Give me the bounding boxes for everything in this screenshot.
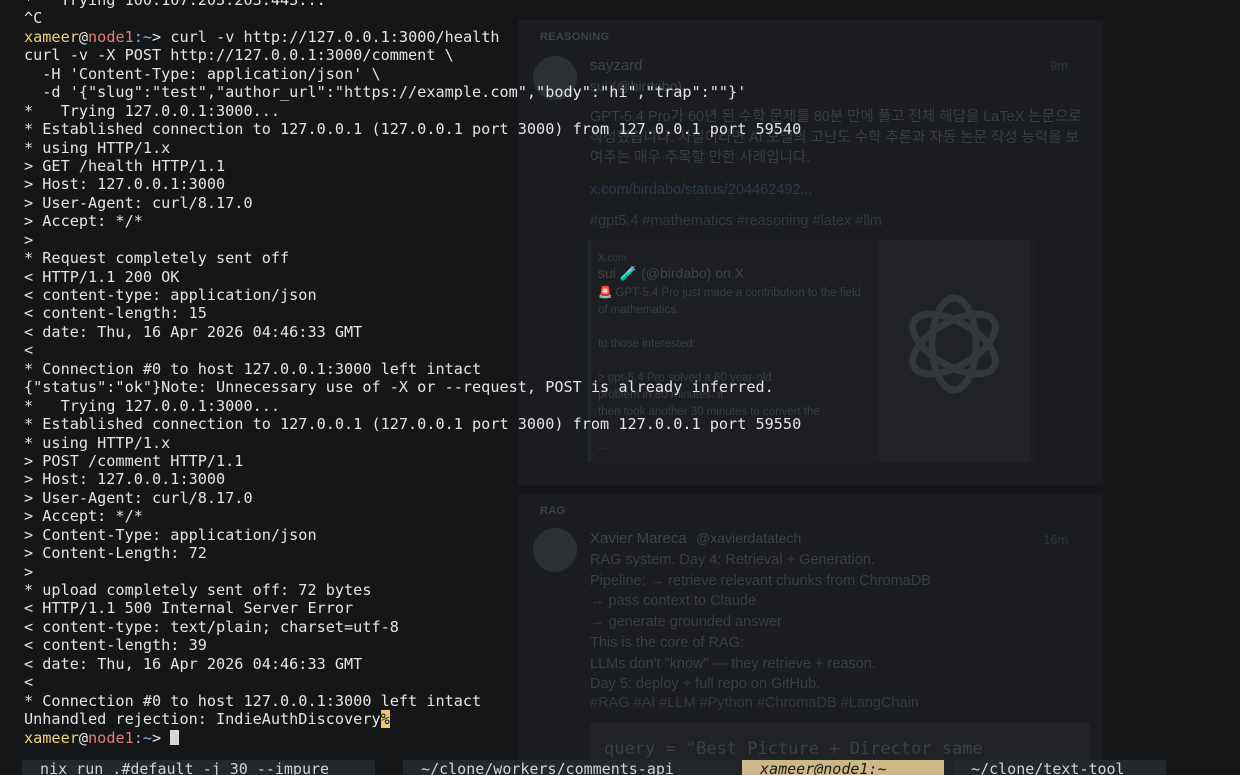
terminal-line: > — [24, 230, 34, 249]
terminal-line: < — [24, 673, 34, 692]
terminal-line: > Accept: */* — [24, 507, 143, 526]
terminal-line: * upload completely sent off: 72 bytes — [24, 581, 372, 599]
prompt-user: xameer — [24, 27, 79, 46]
terminal-line: * Connection #0 to host 127.0.0.1:3000 l… — [24, 359, 482, 378]
terminal-line: < content-length: 15 — [24, 304, 207, 323]
prompt-host: node1 — [88, 728, 134, 747]
output-text: Unhandled rejection: IndieAuthDiscovery — [24, 710, 381, 729]
terminal-line: xameer@node1:~> curl -v http://127.0.0.1… — [24, 28, 1240, 46]
tmux-tab[interactable]: ~/clone/text-tool — [953, 760, 1166, 775]
terminal-line: * Request completely sent off — [24, 249, 290, 268]
terminal-line: > Accept: */* — [24, 212, 143, 231]
terminal-line: < date: Thu, 16 Apr 2026 04:46:33 GMT — [24, 654, 363, 673]
terminal-line: * Trying 127.0.0.1:3000... — [24, 396, 281, 415]
terminal-line: -d '{"slug":"test","author_url":"https:/… — [24, 83, 747, 102]
terminal-line: < HTTP/1.1 500 Internal Server Error — [24, 599, 354, 618]
terminal-line: * using HTTP/1.x — [24, 433, 171, 452]
prompt-symbol: > — [152, 728, 171, 747]
terminal-line: < date: Thu, 16 Apr 2026 04:46:33 GMT — [24, 322, 363, 341]
terminal-line: > — [24, 562, 34, 581]
prompt-user: xameer — [24, 728, 79, 747]
terminal-line: > User-Agent: curl/8.17.0 — [24, 193, 253, 212]
terminal-line: > POST /comment HTTP/1.1 — [24, 451, 244, 470]
terminal-output[interactable]: * Trying 100.107.203.203:443... ^C xameer@… — [24, 0, 1240, 760]
terminal-line: * Established connection to 127.0.0.1 (1… — [24, 415, 802, 434]
terminal-line: > Content-Type: application/json — [24, 525, 317, 544]
terminal-line: > Content-Length: 72 — [24, 544, 207, 563]
terminal-line: * Established connection to 127.0.0.1 (1… — [24, 120, 802, 139]
prompt-symbol: > — [152, 27, 171, 46]
terminal-line: {"status":"ok"}Note: Unnecessary use of … — [24, 378, 774, 397]
terminal-line: < content-type: text/plain; charset=utf-… — [24, 617, 399, 636]
terminal-line: > GET /health HTTP/1.1 — [24, 156, 226, 175]
tmux-tab-bar: nix run .#default -j 30 --impure ~/clone… — [0, 760, 1240, 775]
terminal-line: * Trying 127.0.0.1:3000... — [24, 101, 281, 120]
terminal-line: * using HTTP/1.x — [24, 138, 171, 157]
no-newline-marker: % — [380, 710, 390, 729]
terminal-line: Unhandled rejection: IndieAuthDiscovery% — [24, 710, 1240, 729]
terminal-line: ^C — [24, 9, 43, 28]
terminal-line: < content-length: 39 — [24, 636, 207, 655]
tmux-tab[interactable]: xameer@node1:~ — [742, 760, 944, 775]
prompt-host: node1 — [88, 27, 134, 46]
terminal-line: curl -v -X POST http://127.0.0.1:3000/co… — [24, 46, 454, 65]
tmux-tab[interactable]: nix run .#default -j 30 --impure — [22, 760, 375, 775]
prompt-path: :~ — [133, 728, 153, 747]
prompt-at: @ — [78, 27, 89, 46]
terminal-line: * Trying 100.107.203.203:443... — [24, 0, 326, 9]
terminal-line: * Connection #0 to host 127.0.0.1:3000 l… — [24, 691, 482, 710]
terminal-line: < — [24, 341, 34, 360]
terminal-line: > Host: 127.0.0.1:3000 — [24, 470, 226, 489]
prompt-path: :~ — [133, 27, 153, 46]
terminal-line: > Host: 127.0.0.1:3000 — [24, 175, 226, 194]
terminal-cursor[interactable] — [170, 729, 180, 745]
terminal-line: -H 'Content-Type: application/json' \ — [24, 64, 381, 83]
prompt-at: @ — [78, 728, 89, 747]
terminal-line: xameer@node1:~> — [24, 729, 1240, 747]
terminal-line: > User-Agent: curl/8.17.0 — [24, 488, 253, 507]
tmux-tab[interactable]: ~/clone/workers/comments-api — [403, 760, 736, 775]
command-text: curl -v http://127.0.0.1:3000/health — [170, 27, 500, 46]
terminal-line: < content-type: application/json — [24, 286, 317, 304]
terminal-line: < HTTP/1.1 200 OK — [24, 267, 180, 286]
